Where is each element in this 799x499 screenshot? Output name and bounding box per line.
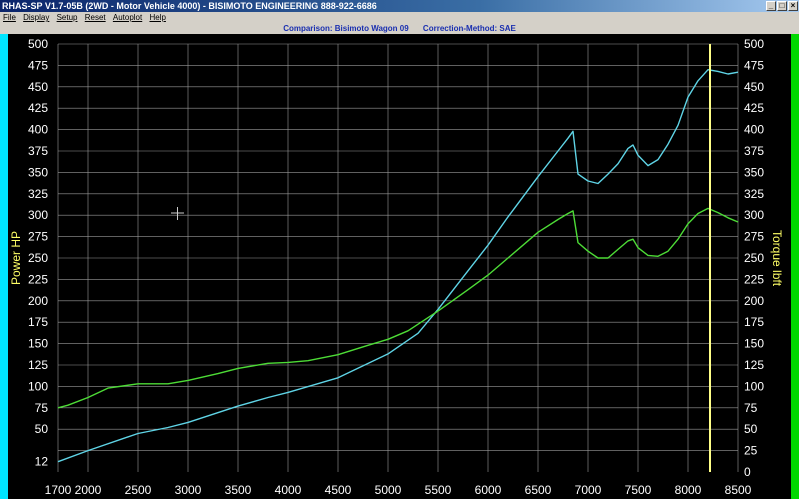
x-tick-label: 8000 — [675, 483, 702, 497]
x-tick-label: 7500 — [625, 483, 652, 497]
torque-tick-label: 200 — [744, 294, 764, 308]
power-tick-label: 75 — [35, 401, 49, 415]
torque-tick-label: 225 — [744, 272, 764, 286]
power-tick-label: 350 — [28, 165, 48, 179]
series-group — [57, 68, 739, 463]
power-tick-label: 250 — [28, 251, 48, 265]
power-tick-label: 375 — [28, 144, 48, 158]
power-tick-label: 125 — [28, 358, 48, 372]
power-tick-label: 12 — [35, 455, 49, 469]
power-axis-label: Power HP — [9, 231, 23, 285]
power-tick-label: 400 — [28, 123, 48, 137]
x-tick-label: 2000 — [75, 483, 102, 497]
x-tick-label: 1700 — [45, 483, 72, 497]
power-tick-label: 150 — [28, 337, 48, 351]
torque-axis-label: Torque lbft — [770, 230, 784, 287]
torque-tick-label: 475 — [744, 58, 764, 72]
torque-tick-label: 500 — [744, 37, 764, 51]
torque-tick-label: 100 — [744, 379, 764, 393]
power-tick-label: 200 — [28, 294, 48, 308]
torque-curve — [57, 207, 739, 409]
torque-tick-label: 175 — [744, 315, 764, 329]
power-tick-label: 300 — [28, 208, 48, 222]
x-tick-label: 4000 — [275, 483, 302, 497]
crosshair-pointer — [171, 207, 184, 220]
torque-tick-label: 350 — [744, 165, 764, 179]
torque-tick-label: 375 — [744, 144, 764, 158]
torque-tick-label: 25 — [744, 444, 758, 458]
torque-tick-label: 0 — [744, 465, 751, 479]
x-tick-label: 5500 — [425, 483, 452, 497]
torque-axis-ticks: 0 25 50 75 100 125 150 175 200 225 250 275 300 325 350… — [744, 37, 764, 479]
torque-tick-label: 400 — [744, 123, 764, 137]
power-curve — [57, 68, 739, 463]
torque-tick-label: 425 — [744, 101, 764, 115]
x-tick-label: 5000 — [375, 483, 402, 497]
dyno-chart[interactable]: 1700 2000 2500 3000 3500 4000 4500 5000 5500 6000… — [0, 0, 799, 499]
x-tick-label: 8500 — [725, 483, 752, 497]
power-tick-label: 225 — [28, 272, 48, 286]
power-tick-label: 50 — [35, 422, 49, 436]
x-tick-label: 6500 — [525, 483, 552, 497]
torque-tick-label: 75 — [744, 401, 758, 415]
x-tick-label: 7000 — [575, 483, 602, 497]
torque-tick-label: 50 — [744, 422, 758, 436]
x-tick-label: 3500 — [225, 483, 252, 497]
torque-tick-label: 325 — [744, 187, 764, 201]
power-tick-label: 325 — [28, 187, 48, 201]
torque-tick-label: 275 — [744, 230, 764, 244]
x-tick-label: 6000 — [475, 483, 502, 497]
power-tick-label: 175 — [28, 315, 48, 329]
x-axis-ticks: 1700 2000 2500 3000 3500 4000 4500 5000 5500 6000… — [45, 483, 752, 497]
power-tick-label: 500 — [28, 37, 48, 51]
grid — [57, 43, 739, 472]
torque-tick-label: 250 — [744, 251, 764, 265]
x-tick-label: 2500 — [125, 483, 152, 497]
torque-tick-label: 150 — [744, 337, 764, 351]
x-tick-label: 4500 — [325, 483, 352, 497]
torque-tick-label: 450 — [744, 80, 764, 94]
power-axis-ticks: 12 50 75 100 125 150 175 200 225 250 275 300 325 350 3… — [28, 37, 48, 469]
power-tick-label: 450 — [28, 80, 48, 94]
x-tick-label: 3000 — [175, 483, 202, 497]
power-tick-label: 275 — [28, 230, 48, 244]
torque-tick-label: 300 — [744, 208, 764, 222]
power-tick-label: 100 — [28, 379, 48, 393]
power-tick-label: 425 — [28, 101, 48, 115]
power-tick-label: 475 — [28, 58, 48, 72]
torque-tick-label: 125 — [744, 358, 764, 372]
